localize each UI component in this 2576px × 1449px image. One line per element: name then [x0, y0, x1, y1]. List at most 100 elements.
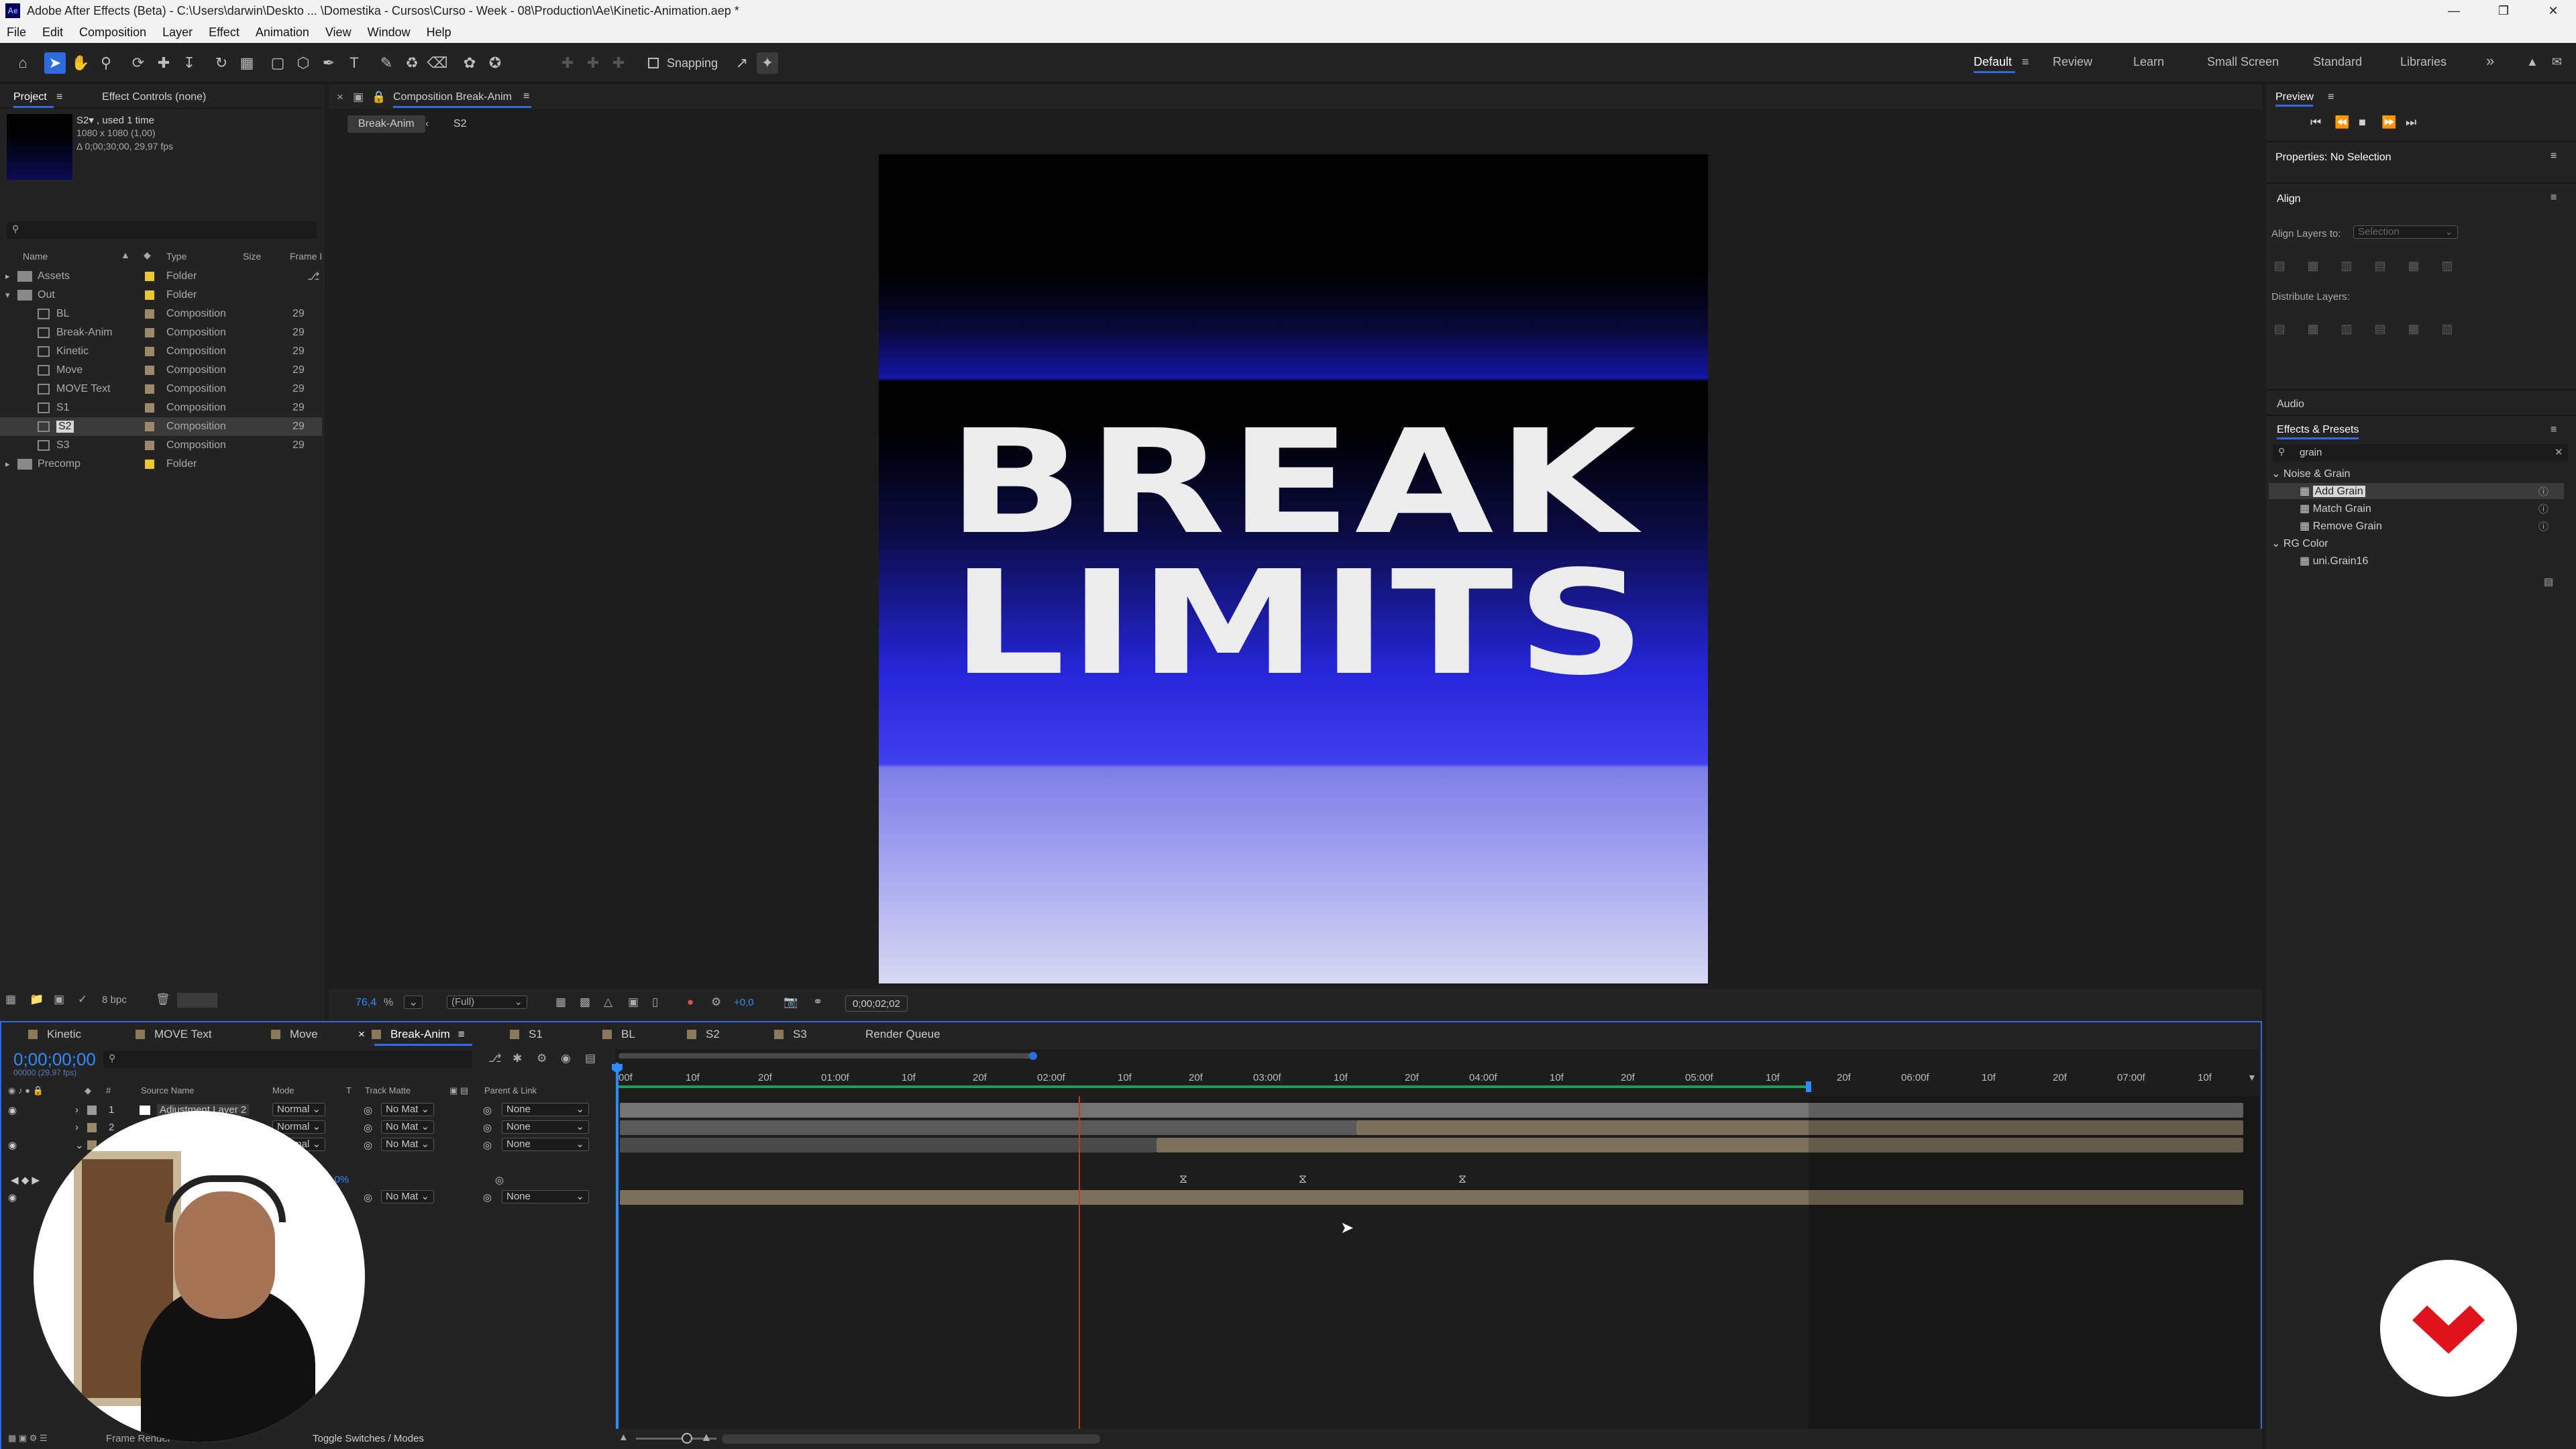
snap-edges-icon[interactable]: ↗: [731, 52, 753, 74]
parent-pickwhip-icon[interactable]: ◎: [483, 1139, 492, 1151]
transparency-grid-icon[interactable]: ▩: [580, 996, 590, 1009]
maximize-icon[interactable]: ❐: [2482, 0, 2525, 21]
keyframe-nav-icon[interactable]: ◀ ◆ ▶: [11, 1174, 40, 1186]
zoom-in-icon[interactable]: ▲: [700, 1430, 712, 1444]
clone-stamp-icon[interactable]: ♻: [401, 52, 423, 74]
properties-menu-icon[interactable]: ≡: [2551, 150, 2557, 162]
align-menu-icon[interactable]: ≡: [2551, 192, 2557, 204]
matte-pickwhip-icon[interactable]: ◎: [364, 1104, 372, 1116]
expand-arrow-icon[interactable]: ›: [75, 1104, 78, 1116]
align-bottom-icon[interactable]: ▥: [2439, 259, 2455, 275]
keyframe-icon[interactable]: ⧖: [1299, 1173, 1307, 1186]
new-comp-icon[interactable]: ▣: [54, 993, 64, 1006]
keyframe-icon[interactable]: ⧖: [1458, 1173, 1466, 1186]
chevron-down-icon[interactable]: ▾: [5, 290, 10, 301]
label-chip[interactable]: [145, 272, 154, 281]
comments-icon[interactable]: ✉: [2552, 55, 2562, 69]
type-tool-icon[interactable]: T: [343, 52, 365, 74]
workspace-libraries[interactable]: Libraries: [2400, 55, 2447, 69]
frame-blending-icon[interactable]: ◉: [561, 1052, 571, 1065]
project-menu-icon[interactable]: ≡: [56, 91, 62, 103]
label-chip[interactable]: [87, 1123, 97, 1132]
stop-icon[interactable]: ■: [2359, 115, 2366, 129]
pan-camera-icon[interactable]: ✚: [153, 52, 174, 74]
shy-layers-icon[interactable]: ⚙: [537, 1052, 547, 1065]
label-chip[interactable]: [145, 422, 154, 431]
expression-pickwhip-icon[interactable]: ◎: [495, 1174, 504, 1186]
list-item[interactable]: S3 Composition 29: [0, 436, 322, 455]
track-matte-dropdown[interactable]: No Mat ⌄: [381, 1190, 435, 1203]
guides-icon[interactable]: ▣: [628, 996, 639, 1009]
color-channel-icon[interactable]: ●: [687, 996, 694, 1009]
preview-menu-icon[interactable]: ≡: [2328, 91, 2334, 103]
col-parent-link[interactable]: Parent & Link: [484, 1085, 537, 1095]
timeline-footer-icons[interactable]: ▦ ▣ ⚙ ☰: [8, 1433, 48, 1444]
effect-item[interactable]: ▦ uni.Grain16: [2300, 554, 2368, 568]
col-track-matte[interactable]: Track Matte: [365, 1085, 411, 1095]
menu-effect[interactable]: Effect: [209, 25, 239, 40]
menu-help[interactable]: Help: [427, 25, 451, 40]
eye-icon[interactable]: ◉: [8, 1139, 17, 1151]
zoom-slider-thumb[interactable]: [682, 1433, 692, 1444]
label-chip[interactable]: [145, 328, 154, 337]
tab-s3[interactable]: S3: [774, 1028, 807, 1041]
label-col-icon[interactable]: ◆: [85, 1085, 91, 1096]
eraser-tool-icon[interactable]: ⌫: [427, 52, 448, 74]
project-search-input[interactable]: ⚲: [7, 221, 317, 239]
workspace-review[interactable]: Review: [2053, 55, 2092, 69]
puppet-tool-icon[interactable]: ✪: [484, 52, 506, 74]
track-matte-dropdown[interactable]: No Mat ⌄: [381, 1138, 435, 1151]
rotation-tool-icon[interactable]: ↻: [211, 52, 232, 74]
align-left-icon[interactable]: ▤: [2271, 259, 2288, 275]
flowchart-icon[interactable]: ⎇: [307, 270, 319, 283]
keyframe-icon[interactable]: ⧖: [1179, 1173, 1187, 1186]
toggle-switches-modes[interactable]: Toggle Switches / Modes: [313, 1433, 424, 1444]
align-right-icon[interactable]: ▥: [2339, 259, 2355, 275]
snapping-checkbox[interactable]: [648, 58, 659, 68]
shape-3d-icon[interactable]: ⬡: [292, 52, 314, 74]
tab-break-anim[interactable]: × Break-Anim ≡: [358, 1028, 465, 1041]
distribute-vcenter-icon[interactable]: ▦: [2305, 322, 2321, 338]
align-top-icon[interactable]: ▤: [2372, 259, 2388, 275]
layer-search-input[interactable]: ⚲: [103, 1051, 472, 1068]
work-area-bar[interactable]: [616, 1085, 1809, 1088]
track-matte-dropdown[interactable]: No Mat ⌄: [381, 1120, 435, 1134]
workspace-overflow-icon[interactable]: »: [2486, 52, 2494, 70]
composition-panel-title[interactable]: Composition Break-Anim: [393, 91, 512, 103]
snapshot-icon[interactable]: 📷: [784, 996, 798, 1009]
distribute-right-icon[interactable]: ▥: [2439, 322, 2455, 338]
time-ruler[interactable]: 00f 10f 20f 01:00f 10f 20f 02:00f 10f 20…: [616, 1063, 2259, 1085]
label-chip[interactable]: [145, 290, 154, 300]
brush-tool-icon[interactable]: ✎: [376, 52, 397, 74]
col-type[interactable]: Type: [166, 251, 186, 262]
mode-dropdown[interactable]: Normal ⌄: [272, 1103, 326, 1116]
new-folder-icon[interactable]: 📁: [30, 993, 44, 1006]
timeline-track-area[interactable]: 00f 10f 20f 01:00f 10f 20f 02:00f 10f 20…: [612, 1049, 2259, 1449]
menu-edit[interactable]: Edit: [42, 25, 63, 40]
distribute-top-icon[interactable]: ▤: [2271, 322, 2288, 338]
comp-marker-bin-icon[interactable]: ▼: [2247, 1072, 2257, 1083]
distribute-left-icon[interactable]: ▤: [2372, 322, 2388, 338]
comp-panel-menu-icon[interactable]: ≡: [523, 91, 529, 103]
effect-item[interactable]: ▦ Match Grain: [2300, 502, 2371, 515]
label-chip[interactable]: [145, 366, 154, 375]
tab-menu-icon[interactable]: ≡: [458, 1028, 465, 1040]
label-chip[interactable]: [145, 403, 154, 413]
share-icon[interactable]: ▲: [2526, 55, 2538, 69]
zoom-value[interactable]: 76,4: [356, 997, 376, 1009]
bpc-label[interactable]: 8 bpc: [102, 994, 127, 1006]
rectangle-tool-icon[interactable]: ▢: [267, 52, 288, 74]
av-features-icon[interactable]: ◉ ♪ ● 🔒: [8, 1085, 44, 1096]
comp-canvas[interactable]: BREAK LIMITS: [879, 154, 1708, 983]
label-chip[interactable]: [145, 309, 154, 319]
parent-dropdown[interactable]: None ⌄: [502, 1103, 589, 1116]
local-axis-icon[interactable]: ✚: [557, 52, 578, 74]
mask-visibility-icon[interactable]: △: [604, 996, 612, 1009]
eye-icon[interactable]: ◉: [8, 1191, 17, 1203]
effects-search-input[interactable]: ⚲ grain ✕: [2273, 444, 2568, 462]
work-area-end-handle[interactable]: [1806, 1081, 1811, 1092]
comp-mini-flowchart-icon[interactable]: ⎇: [488, 1052, 502, 1065]
home-icon[interactable]: ⌂: [12, 52, 34, 74]
expand-arrow-icon[interactable]: ⌄: [75, 1139, 84, 1151]
menu-file[interactable]: File: [7, 25, 26, 40]
